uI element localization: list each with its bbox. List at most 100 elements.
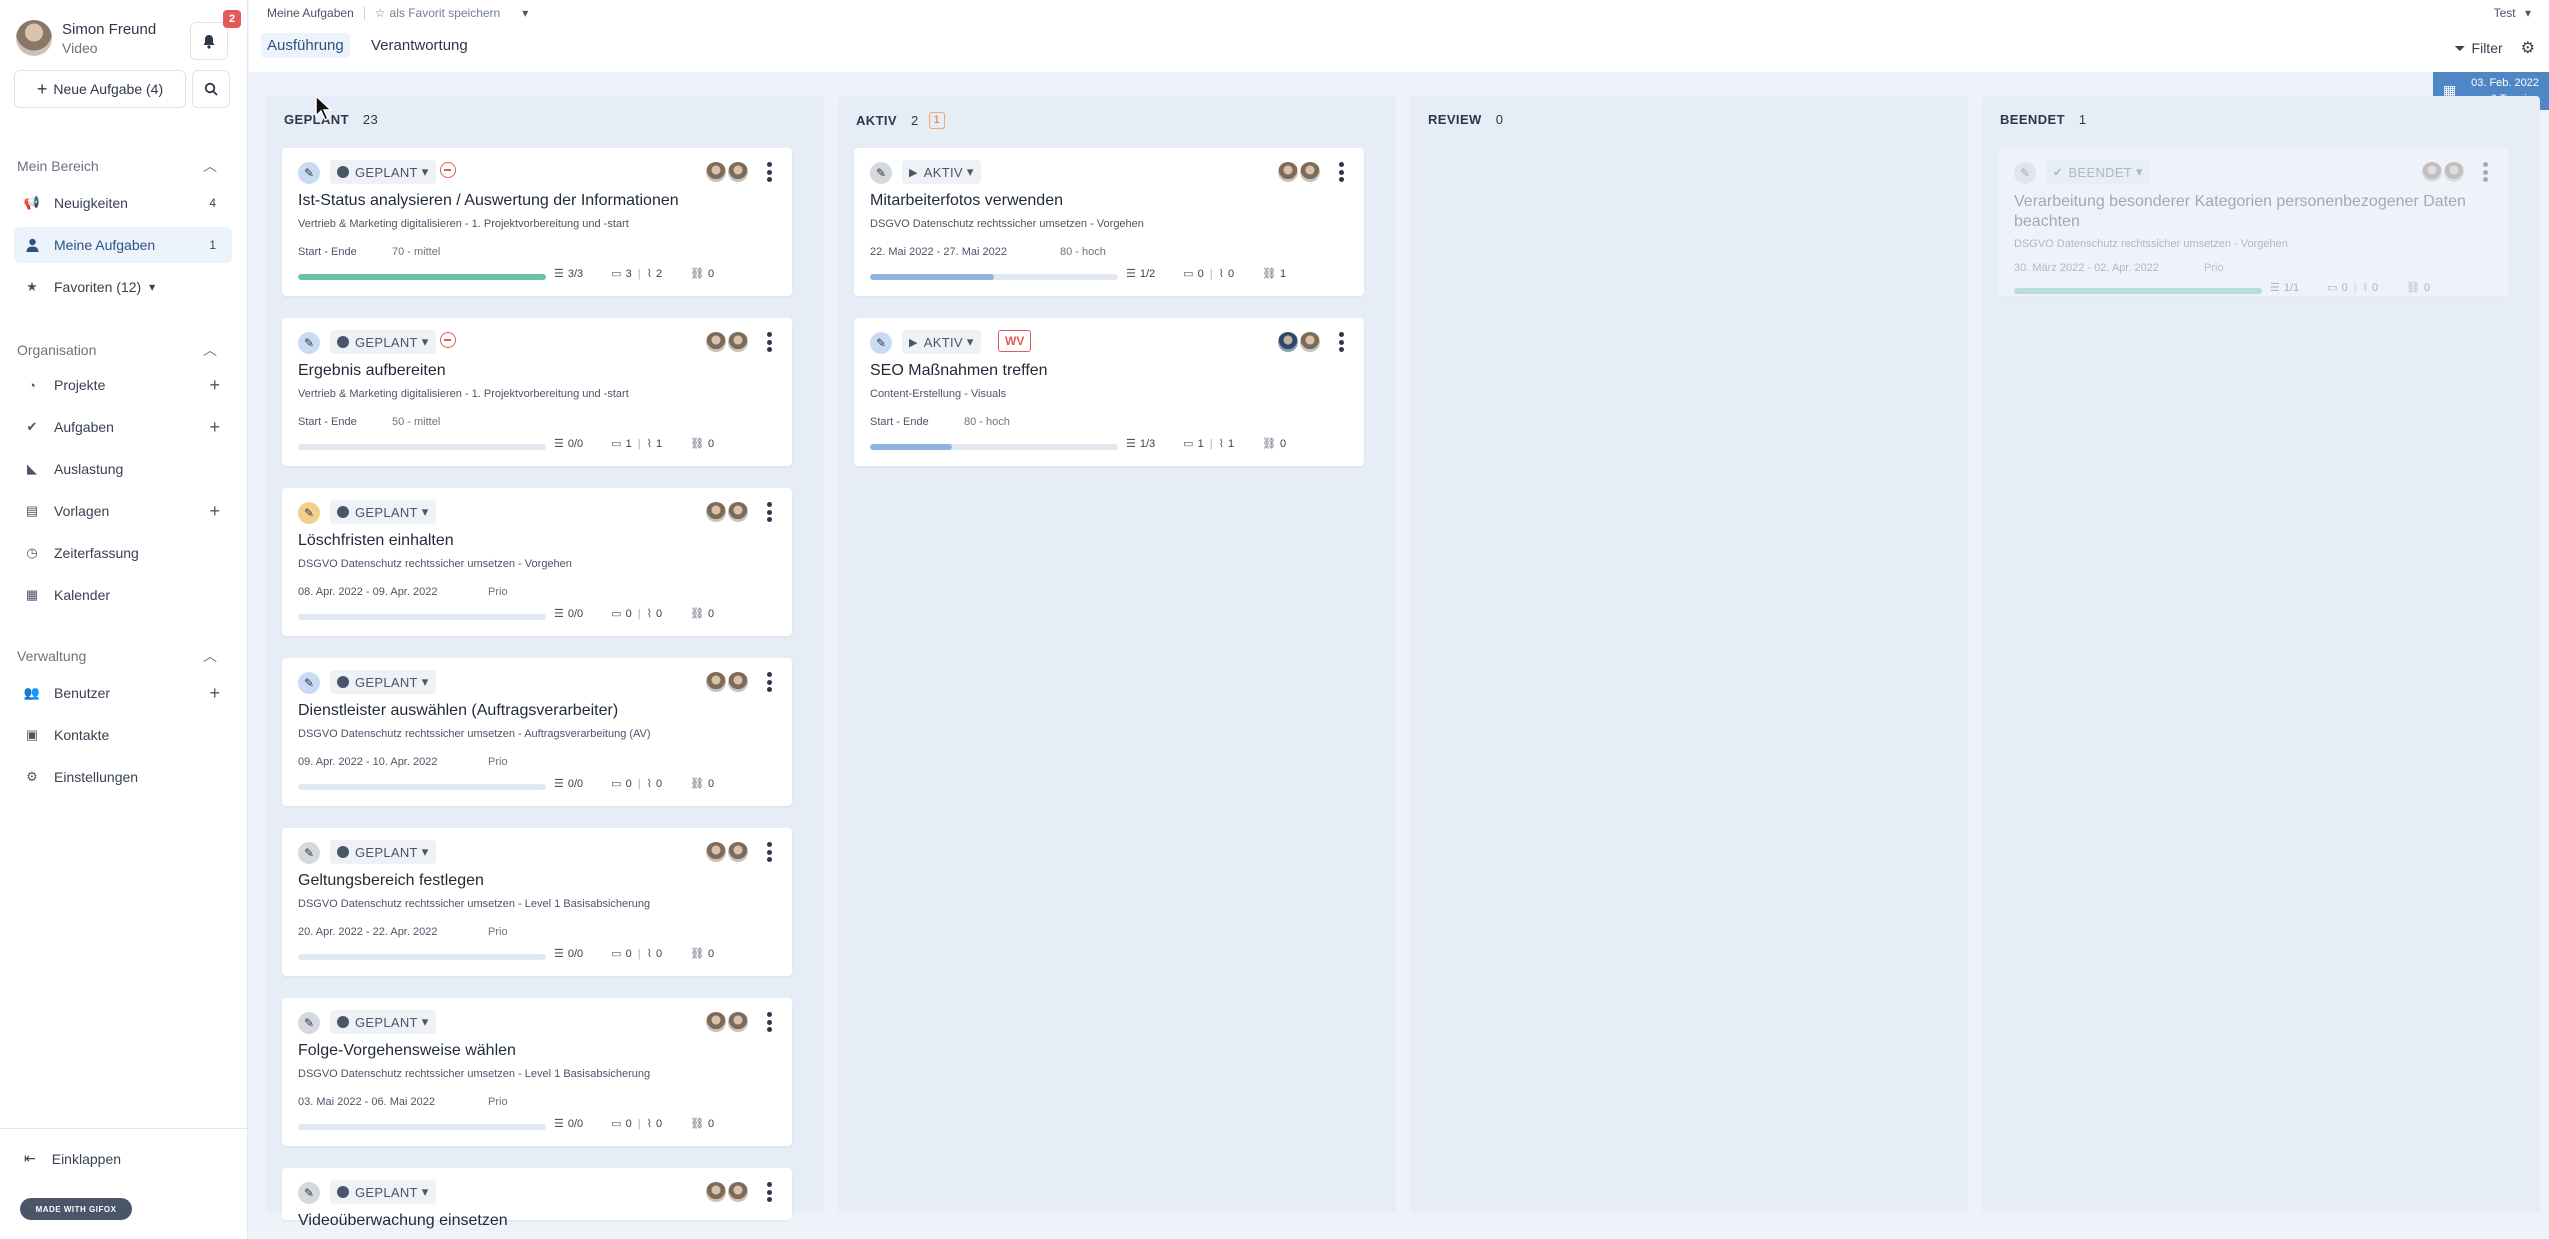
assignee-avatars[interactable] xyxy=(704,672,748,692)
sidebar-item-auslastung[interactable]: ◣ Auslastung xyxy=(14,451,232,487)
assignee-avatars[interactable] xyxy=(704,162,748,182)
task-title[interactable]: Dienstleister auswählen (Auftragsverarbe… xyxy=(298,702,618,720)
edit-pencil-icon[interactable]: ✎ xyxy=(298,332,320,354)
more-options-icon[interactable] xyxy=(766,162,772,182)
user-menu[interactable]: Test ▾ xyxy=(2494,6,2531,20)
tab-verantwortung[interactable]: Verantwortung xyxy=(365,33,474,58)
add-user-icon[interactable]: + xyxy=(209,683,220,704)
add-template-icon[interactable]: + xyxy=(209,501,220,522)
status-dropdown[interactable]: GEPLANT ▾ xyxy=(330,160,436,184)
task-card[interactable]: ✎ GEPLANT ▾ Videoüberwachung einsetzen xyxy=(282,1168,792,1229)
status-dropdown[interactable]: GEPLANT ▾ xyxy=(330,670,436,694)
assignee-avatars[interactable] xyxy=(704,1012,748,1032)
checklist-icon: ☰ xyxy=(554,948,564,960)
more-options-icon[interactable] xyxy=(766,332,772,352)
status-dropdown[interactable]: ✔ BEENDET ▾ xyxy=(2046,160,2150,184)
sidebar-item-projekte[interactable]: ◔ Projekte + xyxy=(14,367,232,403)
sidebar-item-favoriten[interactable]: ★ Favoriten (12) ▾ xyxy=(14,269,232,305)
task-title[interactable]: Ergebnis aufbereiten xyxy=(298,362,446,380)
edit-pencil-icon[interactable]: ✎ xyxy=(298,162,320,184)
edit-pencil-icon[interactable]: ✎ xyxy=(870,332,892,354)
sidebar-item-kalender[interactable]: ▦ Kalender xyxy=(14,577,232,613)
sidebar-item-neuigkeiten[interactable]: 📢 Neuigkeiten 4 xyxy=(14,185,232,221)
status-dropdown[interactable]: ▶ AKTIV ▾ xyxy=(902,160,981,184)
status-dropdown[interactable]: GEPLANT ▾ xyxy=(330,840,436,864)
task-title[interactable]: Mitarbeiterfotos verwenden xyxy=(870,192,1063,210)
more-options-icon[interactable] xyxy=(766,502,772,522)
task-title[interactable]: Verarbeitung besonderer Kategorien perso… xyxy=(2014,192,2474,232)
sidebar-item-vorlagen[interactable]: ▤ Vorlagen + xyxy=(14,493,232,529)
sidebar-item-aufgaben[interactable]: ✔ Aufgaben + xyxy=(14,409,232,445)
tab-ausfuehrung[interactable]: Ausführung xyxy=(261,33,350,58)
task-title[interactable]: Löschfristen einhalten xyxy=(298,532,454,550)
status-dropdown[interactable]: ▶ AKTIV ▾ xyxy=(902,330,981,354)
new-task-button[interactable]: + Neue Aufgabe (4) xyxy=(14,70,186,108)
task-card[interactable]: ✎ ✔ BEENDET ▾ Verarbeitung besonderer Katego… xyxy=(1998,148,2508,296)
more-options-icon[interactable] xyxy=(1338,162,1344,182)
task-card[interactable]: ✎ ▶ AKTIV ▾ WV SEO Maßnahmen treffen Content-E… xyxy=(854,318,1364,466)
task-title[interactable]: Ist-Status analysieren / Auswertung der … xyxy=(298,192,679,210)
link-icon: ⛓ xyxy=(2406,282,2421,294)
task-card[interactable]: ✎ GEPLANT ▾ Ergebnis aufbereiten Vertrieb & … xyxy=(282,318,792,466)
sidebar-item-einstellungen[interactable]: ⚙ Einstellungen xyxy=(14,759,232,795)
chevron-down-icon[interactable]: ▾ xyxy=(522,6,528,20)
add-task-icon[interactable]: + xyxy=(209,417,220,438)
task-card[interactable]: ✎ GEPLANT ▾ Geltungsbereich festlegen DSGVO … xyxy=(282,828,792,976)
edit-pencil-icon[interactable]: ✎ xyxy=(298,1182,320,1204)
more-options-icon[interactable] xyxy=(1338,332,1344,352)
collapse-sidebar-button[interactable]: ⇤ Einklappen xyxy=(24,1150,121,1167)
status-dropdown[interactable]: GEPLANT ▾ xyxy=(330,500,436,524)
task-title[interactable]: Folge-Vorgehensweise wählen xyxy=(298,1042,516,1060)
progress-bar xyxy=(298,784,546,790)
breadcrumb-current[interactable]: Meine Aufgaben xyxy=(267,6,354,20)
assignee-avatars[interactable] xyxy=(704,842,748,862)
sidebar-item-meine-aufgaben[interactable]: Meine Aufgaben 1 xyxy=(14,227,232,263)
task-card[interactable]: ✎ GEPLANT ▾ Löschfristen einhalten DSGVO Dat… xyxy=(282,488,792,636)
task-card[interactable]: ✎ GEPLANT ▾ Ist-Status analysieren / Auswer… xyxy=(282,148,792,296)
add-project-icon[interactable]: + xyxy=(209,375,220,396)
assignee-avatars[interactable] xyxy=(2420,162,2464,182)
status-dropdown[interactable]: GEPLANT ▾ xyxy=(330,330,436,354)
status-dropdown[interactable]: GEPLANT ▾ xyxy=(330,1010,436,1034)
sidebar-item-benutzer[interactable]: 👥 Benutzer + xyxy=(14,675,232,711)
assignee-avatars[interactable] xyxy=(1276,162,1320,182)
section-organisation[interactable]: Organisation ︿ xyxy=(17,340,217,360)
edit-pencil-icon[interactable]: ✎ xyxy=(298,1012,320,1034)
notifications-button[interactable] xyxy=(190,22,228,60)
assignee-avatars[interactable] xyxy=(704,332,748,352)
section-mein-bereich[interactable]: Mein Bereich ︿ xyxy=(17,156,217,176)
edit-pencil-icon[interactable]: ✎ xyxy=(2014,162,2036,184)
status-label: GEPLANT xyxy=(355,844,418,860)
search-button[interactable] xyxy=(192,70,230,108)
task-project: Vertrieb & Marketing digitalisieren - 1.… xyxy=(298,388,629,400)
task-title[interactable]: Videoüberwachung einsetzen xyxy=(298,1212,508,1230)
settings-gear-icon[interactable]: ⚙ xyxy=(2521,38,2535,58)
more-options-icon[interactable] xyxy=(2482,162,2488,182)
sidebar-item-zeiterfassung[interactable]: ◷ Zeiterfassung xyxy=(14,535,232,571)
edit-pencil-icon[interactable]: ✎ xyxy=(298,672,320,694)
edit-pencil-icon[interactable]: ✎ xyxy=(298,502,320,524)
task-dates: Start - Ende xyxy=(298,246,357,258)
more-options-icon[interactable] xyxy=(766,842,772,862)
edit-pencil-icon[interactable]: ✎ xyxy=(870,162,892,184)
assignee-avatars[interactable] xyxy=(1276,332,1320,352)
task-title[interactable]: Geltungsbereich festlegen xyxy=(298,872,484,890)
section-verwaltung[interactable]: Verwaltung ︿ xyxy=(17,646,217,666)
more-options-icon[interactable] xyxy=(766,1182,772,1202)
attachment-count: 0 xyxy=(2371,281,2379,294)
filter-button[interactable]: Filter xyxy=(2472,40,2503,56)
save-favorite-button[interactable]: ☆ als Favorit speichern xyxy=(375,6,500,20)
comment-icon: ▭ xyxy=(611,1118,622,1130)
more-options-icon[interactable] xyxy=(766,1012,772,1032)
edit-pencil-icon[interactable]: ✎ xyxy=(298,842,320,864)
task-card[interactable]: ✎ GEPLANT ▾ Folge-Vorgehensweise wählen DSGV… xyxy=(282,998,792,1146)
task-card[interactable]: ✎ ▶ AKTIV ▾ Mitarbeiterfotos verwenden DSGVO … xyxy=(854,148,1364,296)
task-card[interactable]: ✎ GEPLANT ▾ Dienstleister auswählen (Auftra… xyxy=(282,658,792,806)
more-options-icon[interactable] xyxy=(766,672,772,692)
sidebar-item-kontakte[interactable]: ▣ Kontakte xyxy=(14,717,232,753)
assignee-avatars[interactable] xyxy=(704,502,748,522)
task-title[interactable]: SEO Maßnahmen treffen xyxy=(870,362,1048,380)
user-profile[interactable]: Simon Freund Video xyxy=(16,20,156,56)
status-dropdown[interactable]: GEPLANT ▾ xyxy=(330,1180,436,1204)
assignee-avatars[interactable] xyxy=(704,1182,748,1202)
